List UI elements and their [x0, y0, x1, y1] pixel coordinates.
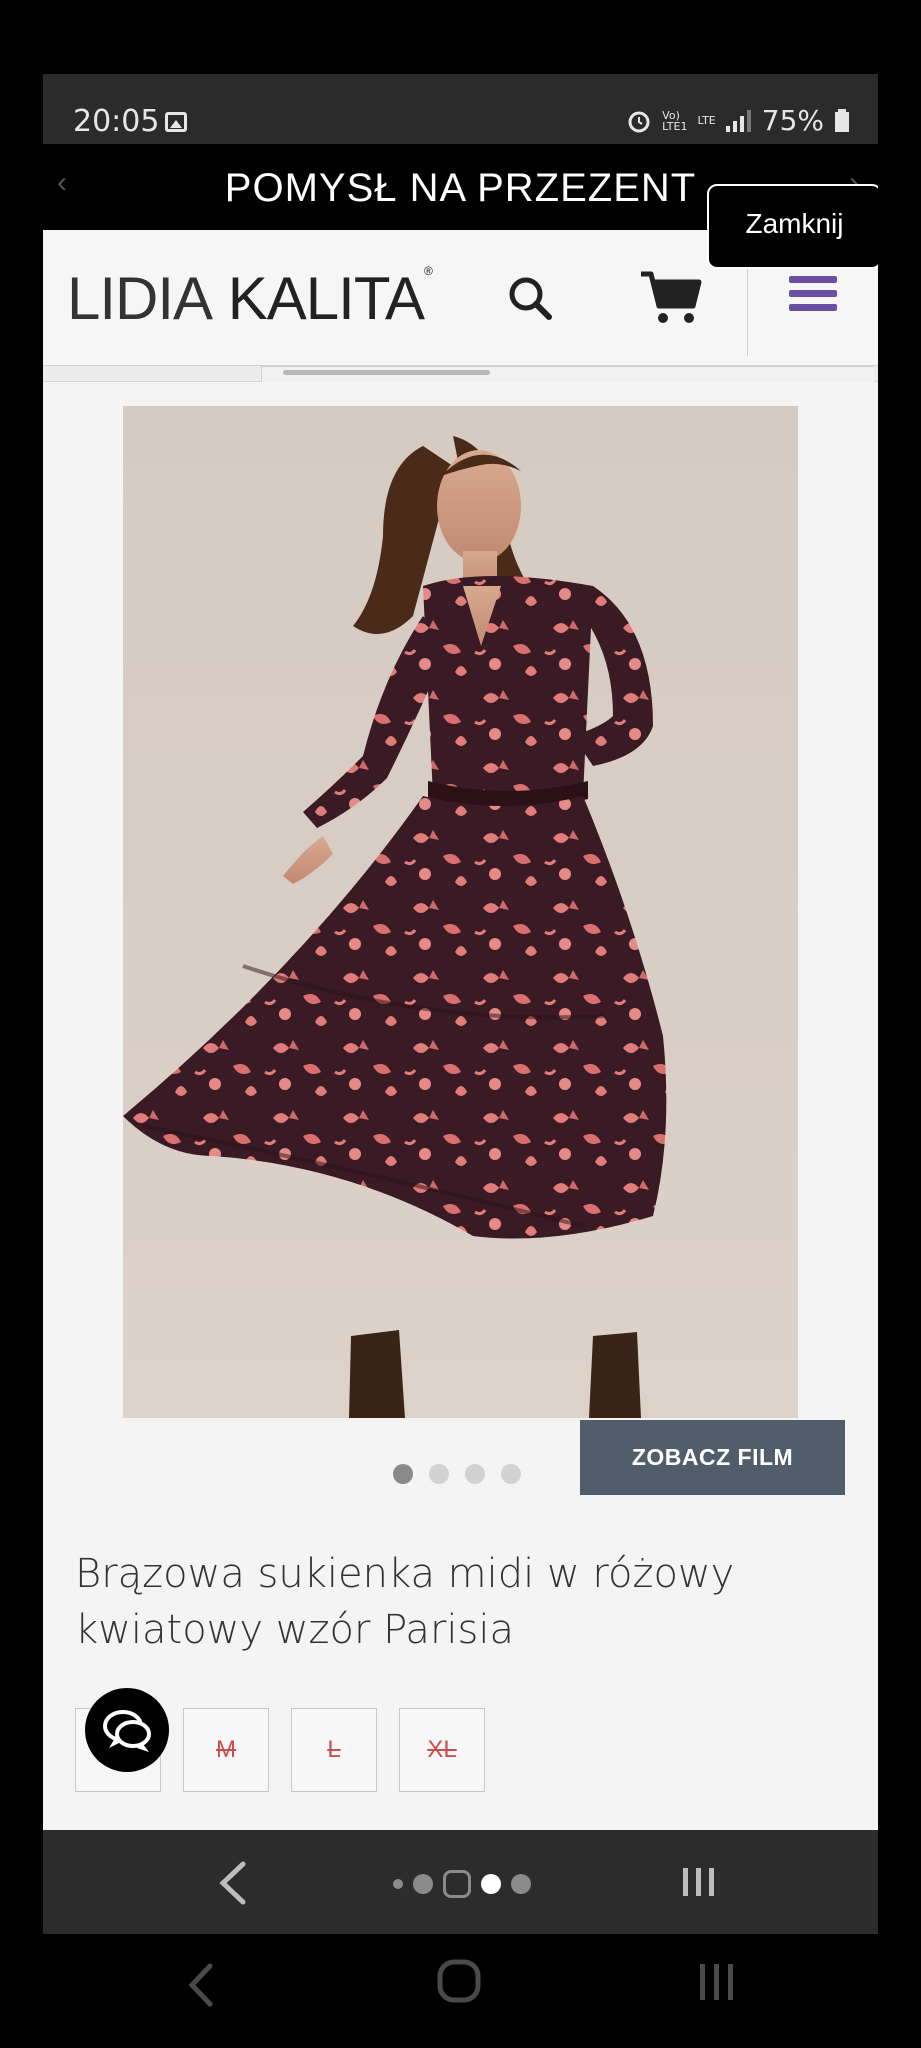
volte-indicator: Vo) LTE1 — [662, 110, 687, 132]
tab-dot — [393, 1879, 403, 1889]
logo-registered-mark: ® — [424, 264, 433, 278]
size-option-m[interactable]: M — [183, 1708, 269, 1792]
clock: 20:05 — [73, 104, 160, 139]
chat-icon — [103, 1710, 151, 1752]
logo-text-lidia: LIDIA — [67, 265, 213, 332]
battery-percent: 75% — [761, 104, 824, 137]
hamburger-menu-icon[interactable] — [789, 276, 837, 318]
horizontal-scroll-track — [43, 366, 878, 382]
status-bar: 20:05 Vo) LTE1 LTE 75% — [43, 74, 878, 144]
tab-dot — [511, 1874, 531, 1894]
brand-logo[interactable]: LIDIA KALITA® — [67, 264, 433, 333]
battery-icon — [835, 108, 849, 132]
browser-tabs-indicator[interactable] — [393, 1870, 531, 1898]
scroll-thumb[interactable] — [283, 370, 490, 375]
tab-dot-active — [481, 1874, 501, 1894]
phone-screen: 20:05 Vo) LTE1 LTE 75% ‹ POMYSŁ NA PRZEZE… — [43, 74, 878, 1934]
search-icon[interactable] — [508, 276, 552, 320]
dress-model-illustration — [123, 436, 667, 1418]
browser-toolbar — [43, 1830, 878, 1934]
gallery-pagination — [393, 1464, 521, 1484]
lte1-label: LTE1 — [662, 119, 688, 133]
browser-back-icon[interactable] — [213, 1858, 253, 1908]
gallery-dot[interactable] — [465, 1464, 485, 1484]
system-home-icon[interactable] — [436, 1958, 482, 2004]
watch-video-button[interactable]: ZOBACZ FILM — [580, 1420, 845, 1495]
lte-label: LTE — [697, 114, 716, 127]
system-recents-icon[interactable] — [698, 1962, 736, 2002]
status-icons: Vo) LTE1 LTE 75% — [626, 104, 850, 137]
tab-dot — [413, 1874, 433, 1894]
logo-text-kalita: KALITA — [227, 265, 425, 332]
size-option-l[interactable]: L — [291, 1708, 377, 1792]
browser-tabs-icon[interactable] — [681, 1866, 717, 1898]
product-image[interactable] — [123, 406, 798, 1418]
tab-dot — [443, 1870, 471, 1898]
signal-icon — [725, 109, 751, 132]
image-notification-icon — [165, 112, 187, 132]
product-title: Brązowa sukienka midi w różowy kwiatowy … — [75, 1551, 735, 1653]
alarm-icon — [628, 111, 650, 132]
system-navigation-bar — [0, 1934, 921, 2048]
system-back-icon[interactable] — [186, 1962, 216, 2008]
gallery-dot[interactable] — [393, 1464, 413, 1484]
close-button[interactable]: Zamknij — [707, 184, 878, 269]
size-option-xl[interactable]: XL — [399, 1708, 485, 1792]
gallery-dot[interactable] — [429, 1464, 449, 1484]
gallery-dot[interactable] — [501, 1464, 521, 1484]
chat-button[interactable] — [85, 1688, 169, 1772]
cart-icon[interactable] — [639, 270, 703, 326]
